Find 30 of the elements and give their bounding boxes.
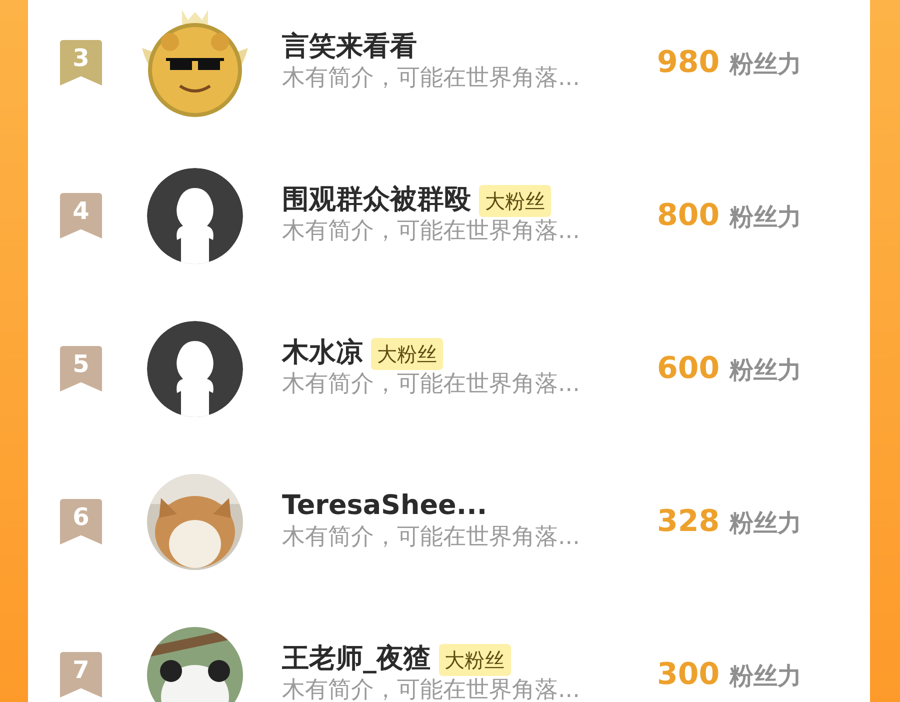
fan-score: 328 — [657, 503, 720, 541]
fan-tag: 大粉丝 — [479, 184, 551, 217]
rank-ribbon: 3 — [60, 40, 102, 86]
fan-tag: 大粉丝 — [438, 644, 510, 676]
fan-tag: 大粉丝 — [371, 338, 443, 370]
score-label: 粉丝力 — [730, 202, 802, 233]
user-bio: 木有简介，可能在世界角落... — [282, 218, 580, 244]
user-bio: 木有简介，可能在世界角落... — [282, 370, 580, 397]
rank-ribbon: 7 — [60, 652, 102, 698]
default-avatar-icon — [147, 320, 243, 416]
fan-score: 800 — [657, 197, 720, 235]
default-avatar-icon — [147, 168, 243, 264]
score-label: 粉丝力 — [730, 355, 802, 386]
user-bio: 木有简介，可能在世界角落... — [282, 64, 580, 91]
fan-score: 600 — [657, 350, 720, 388]
user-name: TeresaShee... — [282, 490, 488, 523]
score-label: 粉丝力 — [730, 661, 802, 692]
score-label: 粉丝力 — [730, 508, 802, 539]
rank-ribbon: 4 — [60, 192, 102, 238]
score-label: 粉丝力 — [730, 49, 802, 80]
user-bio: 木有简介，可能在世界角落... — [282, 676, 580, 702]
user-name: 言笑来看看 — [282, 31, 417, 64]
fan-score: 300 — [657, 656, 720, 694]
user-name: 王老师_夜猹 — [282, 643, 430, 676]
user-name: 围观群众被群殴 — [282, 184, 471, 217]
rank-ribbon: 5 — [60, 346, 102, 392]
fan-score: 980 — [657, 44, 720, 82]
user-name: 木水凉 — [282, 337, 363, 370]
user-bio: 木有简介，可能在世界角落... — [282, 524, 580, 550]
rank-ribbon: 6 — [60, 498, 102, 544]
